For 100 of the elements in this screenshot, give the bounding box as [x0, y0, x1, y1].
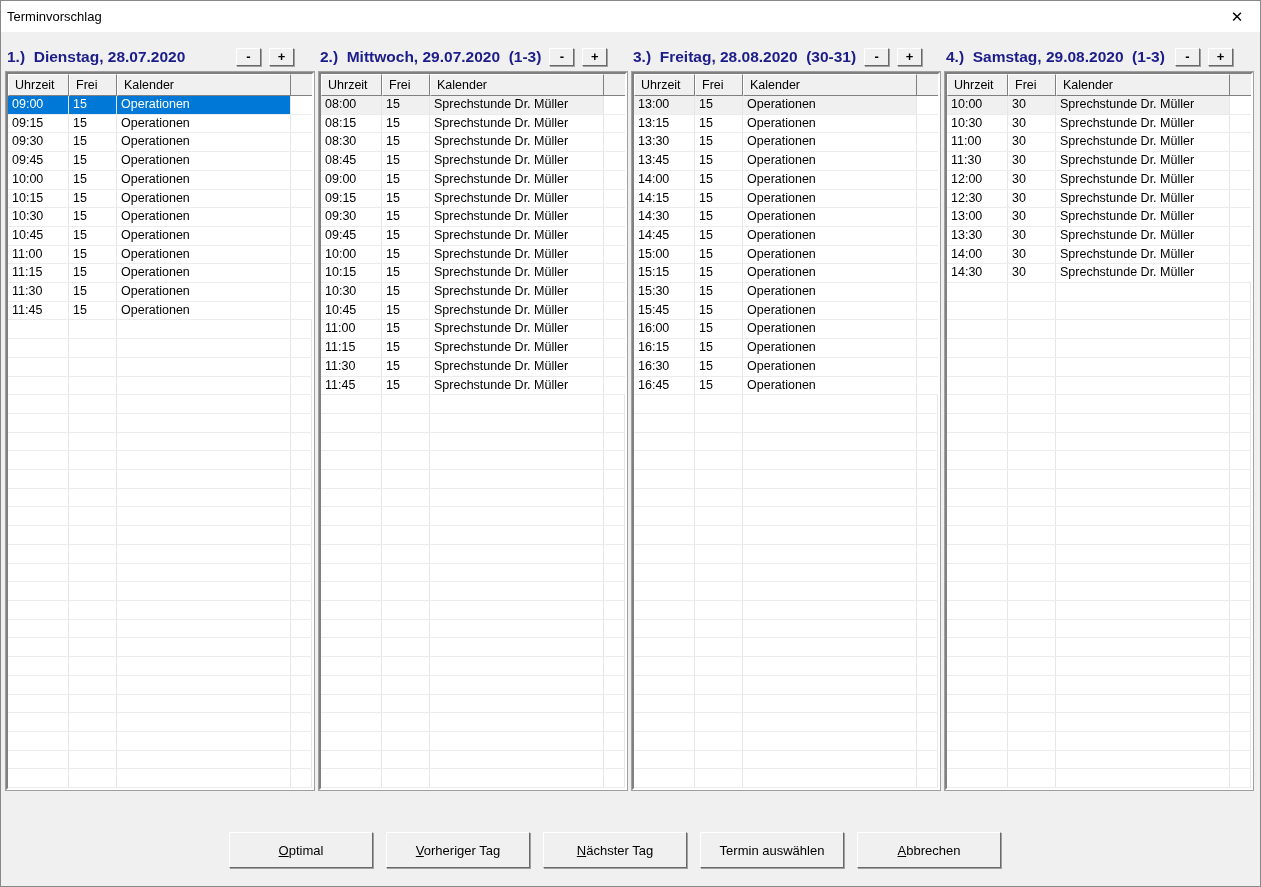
table-cell: 15	[382, 96, 430, 114]
table-cell: 15	[382, 283, 430, 301]
slot-row[interactable]: 11:00 15 Sprechstunde Dr. Müller	[321, 320, 625, 340]
slot-row[interactable]: 14:30 15 Operationen	[634, 208, 938, 227]
table-cell: 10:45	[8, 226, 69, 245]
slot-row[interactable]: 08:30 15 Sprechstunde Dr. Müller	[321, 133, 625, 153]
column-header[interactable]: Uhrzeit	[8, 74, 69, 96]
slot-row[interactable]: 11:30 30 Sprechstunde Dr. Müller	[947, 152, 1251, 171]
minus-button[interactable]: -	[1175, 48, 1200, 66]
slot-row[interactable]: 10:00 30 Sprechstunde Dr. Müller	[947, 96, 1251, 115]
table-cell: 08:30	[321, 133, 382, 152]
table-cell: 14:30	[634, 208, 695, 226]
table-cell: 30	[1008, 189, 1056, 208]
slot-row[interactable]: 11:30 15 Operationen	[8, 283, 312, 302]
table-cell: 15	[382, 339, 430, 357]
table-cell: 10:30	[8, 208, 69, 226]
table-cell: 15	[69, 96, 117, 114]
table-cell: 12:30	[947, 189, 1008, 208]
slot-row[interactable]: 10:30 15 Sprechstunde Dr. Müller	[321, 283, 625, 302]
column-header[interactable]: Uhrzeit	[634, 74, 695, 96]
table-cell: 09:15	[8, 114, 69, 133]
slot-row[interactable]: 10:30 15 Operationen	[8, 208, 312, 227]
slot-row[interactable]: 11:00 30 Sprechstunde Dr. Müller	[947, 133, 1251, 153]
table-cell: 30	[1008, 114, 1056, 133]
table-cell: 11:15	[321, 339, 382, 357]
table-cell: 10:00	[947, 96, 1008, 114]
column-header[interactable]: Kalender	[430, 74, 604, 96]
minus-button[interactable]: -	[236, 48, 261, 66]
table-cell: 15	[695, 152, 743, 170]
day-title: 2.) Mittwoch, 29.07.2020 (1-3)	[320, 48, 542, 66]
slot-row[interactable]: 15:15 15 Operationen	[634, 264, 938, 284]
column-header[interactable]: Frei	[695, 74, 743, 96]
plus-button[interactable]: +	[269, 48, 294, 66]
dialog-button[interactable]: Termin auswählen	[700, 832, 844, 868]
table-cell: 09:45	[8, 152, 69, 170]
slot-row[interactable]: 09:30 15 Operationen	[8, 133, 312, 153]
table-cell: 15	[382, 114, 430, 133]
column-header[interactable]: Frei	[1008, 74, 1056, 96]
table-cell: 15	[382, 320, 430, 339]
table-cell: 10:45	[321, 301, 382, 320]
day-title: 3.) Freitag, 28.08.2020 (30-31)	[633, 48, 857, 66]
table-cell: 15:15	[634, 264, 695, 283]
close-button[interactable]: ✕	[1214, 1, 1260, 32]
slot-row[interactable]: 11:15 15 Sprechstunde Dr. Müller	[321, 339, 625, 358]
day-title: 4.) Samstag, 29.08.2020 (1-3)	[946, 48, 1165, 66]
table-cell: 15:30	[634, 283, 695, 301]
table-cell: 15	[695, 264, 743, 283]
table-cell: 30	[1008, 133, 1056, 152]
slot-row[interactable]: 10:15 15 Sprechstunde Dr. Müller	[321, 264, 625, 284]
dialog-button[interactable]: Optimal	[229, 832, 373, 868]
table-cell: 15	[69, 245, 117, 264]
slot-row[interactable]: 08:45 15 Sprechstunde Dr. Müller	[321, 152, 625, 171]
column-header[interactable]: Frei	[69, 74, 117, 96]
slot-row[interactable]: 09:00 15 Operationen	[8, 96, 312, 115]
table-cell: 15	[695, 133, 743, 152]
table-cell: 09:30	[8, 133, 69, 152]
table-cell: 11:30	[321, 357, 382, 376]
table-cell: 15:45	[634, 301, 695, 320]
table-cell: 30	[1008, 226, 1056, 245]
slot-row[interactable]: 16:15 15 Operationen	[634, 339, 938, 358]
column-header[interactable]: Uhrzeit	[947, 74, 1008, 96]
slot-row[interactable]: 13:00 30 Sprechstunde Dr. Müller	[947, 208, 1251, 227]
table-cell: 14:30	[947, 264, 1008, 283]
slot-row[interactable]: 14:30 30 Sprechstunde Dr. Müller	[947, 264, 1251, 284]
plus-button[interactable]: +	[1208, 48, 1233, 66]
column-header[interactable]: Kalender	[743, 74, 917, 96]
slot-row[interactable]: 08:00 15 Sprechstunde Dr. Müller	[321, 96, 625, 115]
dialog-button[interactable]: Abbrechen	[857, 832, 1001, 868]
slot-row[interactable]: 13:00 15 Operationen	[634, 96, 938, 115]
table-cell: 13:30	[947, 226, 1008, 245]
plus-button[interactable]: +	[897, 48, 923, 66]
slot-row[interactable]: 13:45 15 Operationen	[634, 152, 938, 171]
dialog-button[interactable]: Nächster Tag	[543, 832, 687, 868]
slot-row[interactable]: 09:30 15 Sprechstunde Dr. Müller	[321, 208, 625, 227]
slot-row[interactable]: 13:30 15 Operationen	[634, 133, 938, 153]
minus-button[interactable]: -	[864, 48, 890, 66]
table-cell: 15	[69, 114, 117, 133]
table-cell: 15	[382, 264, 430, 283]
minus-button[interactable]: -	[549, 48, 575, 66]
table-cell: 11:30	[8, 283, 69, 301]
plus-button[interactable]: +	[582, 48, 608, 66]
table-cell: 15	[695, 96, 743, 114]
table-cell: 15	[695, 208, 743, 226]
slot-row[interactable]: 11:15 15 Operationen	[8, 264, 312, 284]
slot-row[interactable]: 16:00 15 Operationen	[634, 320, 938, 340]
table-cell: 15	[382, 133, 430, 152]
column-header[interactable]: Kalender	[1056, 74, 1230, 96]
table-cell: 15	[382, 245, 430, 264]
column-header[interactable]: Uhrzeit	[321, 74, 382, 96]
table-cell: 09:15	[321, 189, 382, 208]
column-header[interactable]: Kalender	[117, 74, 291, 96]
table-cell: 15	[382, 301, 430, 320]
slot-row[interactable]: 09:45 15 Operationen	[8, 152, 312, 171]
table-cell: 15	[69, 208, 117, 226]
dialog-button[interactable]: Vorheriger Tag	[386, 832, 530, 868]
table-cell: 11:30	[947, 152, 1008, 170]
column-header[interactable]: Frei	[382, 74, 430, 96]
slot-row[interactable]: 15:30 15 Operationen	[634, 283, 938, 302]
table-cell: 15:00	[634, 245, 695, 264]
table-cell: 15	[695, 245, 743, 264]
